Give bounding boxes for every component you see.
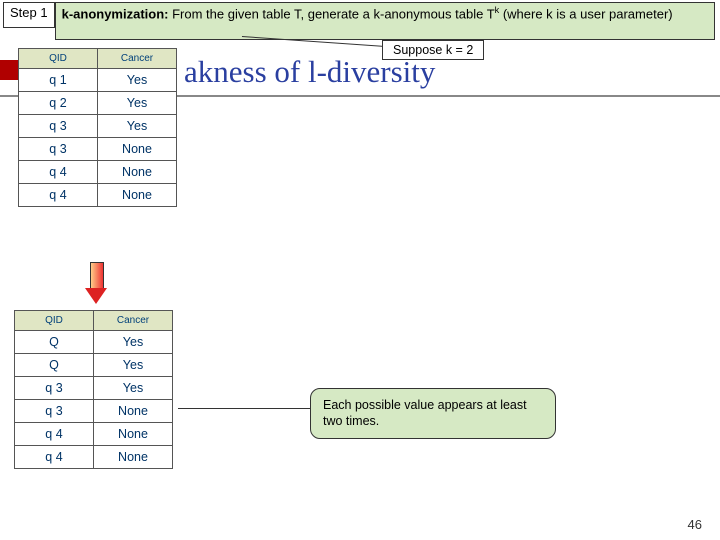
col-qid: QID xyxy=(15,311,94,331)
table-row: q 3Yes xyxy=(19,115,177,138)
table-row: q 2Yes xyxy=(19,92,177,115)
table-row: q 3None xyxy=(15,400,173,423)
callout-connector-line xyxy=(178,408,310,410)
step-banner: Step 1 k-anonymization: From the given t… xyxy=(3,2,715,40)
col-qid: QID xyxy=(19,49,98,69)
step-text: From the given table T, generate a k-ano… xyxy=(169,6,495,21)
explanation-callout: Each possible value appears at least two… xyxy=(310,388,556,439)
col-cancer: Cancer xyxy=(98,49,177,69)
step-bold: k-anonymization: xyxy=(62,6,169,21)
transform-arrow-icon xyxy=(86,262,106,304)
table-row: q 4None xyxy=(15,446,173,469)
step-tail: (where k is a user parameter) xyxy=(499,6,672,21)
col-cancer: Cancer xyxy=(94,311,173,331)
table-row: q 4None xyxy=(19,184,177,207)
table-row: q 4None xyxy=(19,161,177,184)
table-row: q 3None xyxy=(19,138,177,161)
suppose-k-box: Suppose k = 2 xyxy=(382,40,484,60)
table-header-row: QID Cancer xyxy=(15,311,173,331)
step-description: k-anonymization: From the given table T,… xyxy=(55,2,715,40)
table-row: q 3Yes xyxy=(15,377,173,400)
step-number: Step 1 xyxy=(3,2,55,28)
input-table: QID Cancer q 1Yes q 2Yes q 3Yes q 3None … xyxy=(18,48,177,207)
table-header-row: QID Cancer xyxy=(19,49,177,69)
table-row: q 4None xyxy=(15,423,173,446)
anonymized-table: QID Cancer QYes QYes q 3Yes q 3None q 4N… xyxy=(14,310,173,469)
table-row: QYes xyxy=(15,354,173,377)
slide-number: 46 xyxy=(688,517,702,532)
table-row: QYes xyxy=(15,331,173,354)
table-row: q 1Yes xyxy=(19,69,177,92)
